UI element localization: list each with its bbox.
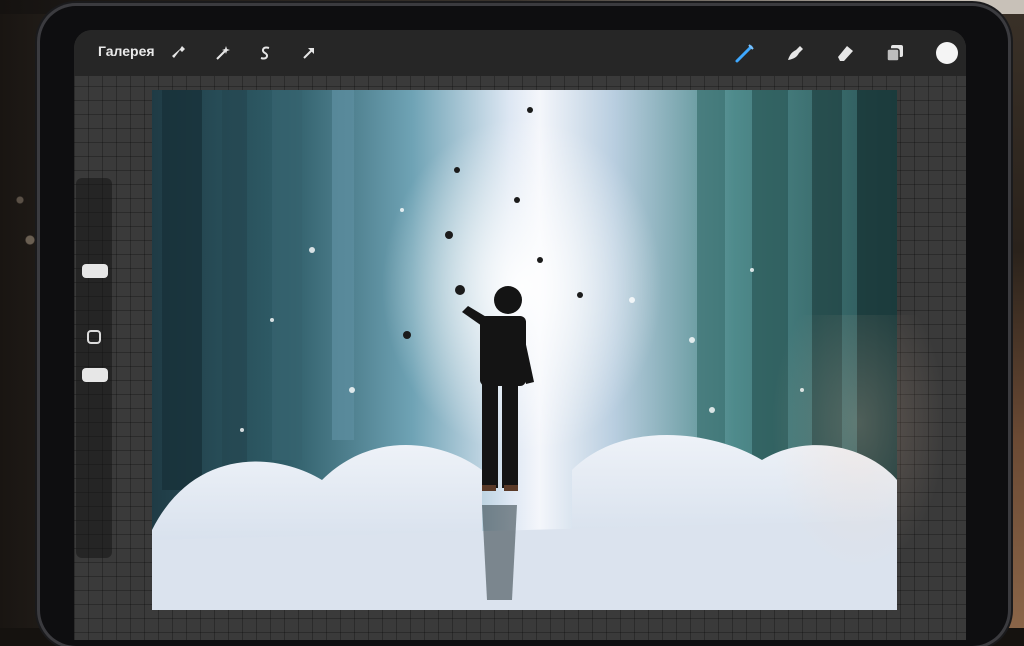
color-picker-button[interactable] — [936, 42, 958, 64]
magic-wand-icon[interactable] — [210, 40, 236, 66]
smudge-icon[interactable] — [782, 40, 808, 66]
transform-arrow-icon[interactable] — [296, 40, 322, 66]
eraser-icon[interactable] — [832, 40, 858, 66]
artwork-illustration — [152, 90, 897, 610]
selection-s-icon[interactable] — [252, 40, 278, 66]
modify-button[interactable] — [87, 330, 101, 344]
artwork-canvas[interactable] — [152, 90, 897, 610]
layers-icon[interactable] — [882, 40, 908, 66]
wrench-icon[interactable] — [166, 40, 192, 66]
gallery-button[interactable]: Галерея — [98, 43, 155, 59]
brush-icon[interactable] — [732, 40, 758, 66]
opacity-slider[interactable] — [82, 368, 108, 382]
brush-size-slider[interactable] — [82, 264, 108, 278]
